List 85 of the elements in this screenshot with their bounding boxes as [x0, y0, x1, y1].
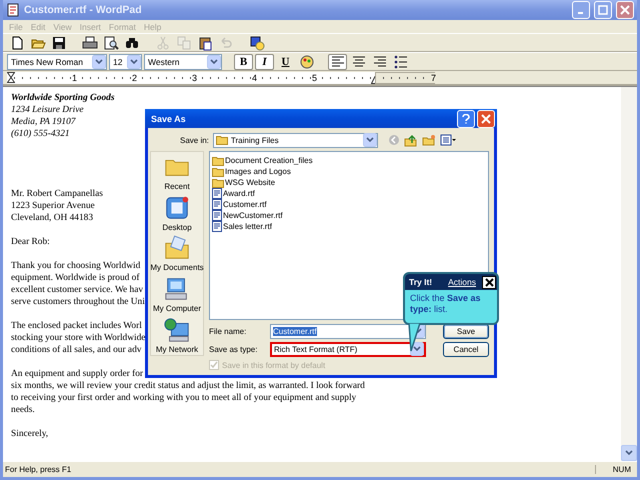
- font-dropdown[interactable]: Times New Roman: [7, 54, 107, 70]
- close-icon: [481, 114, 491, 124]
- document-icon: [212, 221, 222, 232]
- maximize-icon: [598, 5, 608, 15]
- scrollbar[interactable]: [621, 87, 637, 461]
- close-button[interactable]: [482, 276, 496, 288]
- callout-text: Click the Save as type: list.: [409, 292, 482, 316]
- text-line: An equipment and supply order for: [11, 368, 144, 380]
- folder-icon: [212, 166, 224, 176]
- ruler-number: 7: [430, 72, 437, 82]
- folder-list-item[interactable]: Images and Logos: [212, 166, 486, 177]
- ruler-number: 2: [130, 72, 138, 82]
- folder-icon: [212, 156, 224, 166]
- folder-list-item[interactable]: Document Creation_files: [212, 155, 486, 166]
- printer-icon[interactable]: [80, 34, 99, 50]
- scroll-down-button[interactable]: [621, 445, 637, 461]
- places-item[interactable]: My Documents: [150, 234, 204, 272]
- text-line: Sincerely,: [11, 428, 48, 440]
- save-as-type-label: Save as type:: [209, 344, 258, 354]
- rtf-document-item[interactable]: Award.rtf: [212, 188, 486, 199]
- text-line: equipment. Worldwide is proud of: [11, 272, 140, 284]
- text-line: serve customers throughout the Uni: [11, 296, 145, 308]
- folder-name: Training Files: [230, 136, 279, 144]
- rtf-document-item[interactable]: Sales letter.rtf: [212, 221, 486, 232]
- help-icon: [462, 114, 470, 124]
- folder-icon: [216, 135, 228, 145]
- places-item[interactable]: Recent: [163, 153, 191, 192]
- text-line: Thank you for choosing Worldwid: [11, 260, 140, 272]
- text-line: Mr. Robert Campanellas: [11, 188, 103, 200]
- folder-list-item[interactable]: WSG Website: [212, 177, 486, 188]
- document-icon: [212, 199, 222, 210]
- help-button[interactable]: [457, 110, 475, 128]
- up-folder-icon[interactable]: [404, 134, 418, 146]
- text-line: Cleveland, OH 44183: [11, 212, 94, 224]
- folder-icon: [212, 178, 224, 188]
- bold-button[interactable]: B: [234, 54, 253, 70]
- text-line: 1223 Superior Avenue: [11, 200, 95, 212]
- text-line: Dear Rob:: [11, 236, 50, 248]
- text-line: The enclosed packet includes Worl: [11, 320, 142, 332]
- num-lock-indicator: NUM: [595, 465, 635, 474]
- places-item[interactable]: My Network: [156, 316, 198, 354]
- ruler-number: 1: [70, 72, 78, 82]
- text-line: (610) 555-4321: [11, 128, 70, 140]
- script-dropdown[interactable]: Western: [144, 54, 222, 70]
- document-icon: [6, 3, 20, 17]
- save-in-dropdown[interactable]: Training Files: [212, 132, 378, 148]
- ruler-number: 3: [190, 72, 198, 82]
- window-title: Customer.rtf - WordPad: [24, 4, 143, 16]
- save-as-type-dropdown[interactable]: Rich Text Format (RTF): [270, 342, 426, 356]
- text-line: excellent customer service. We hav: [11, 284, 144, 296]
- text-line: 1234 Leisure Drive: [11, 104, 84, 116]
- view-menu-icon[interactable]: [440, 134, 456, 146]
- file-name-label: File name:: [209, 326, 248, 336]
- file-name-field[interactable]: Customer.rtf: [270, 324, 426, 338]
- new-folder-icon[interactable]: [422, 134, 436, 146]
- ruler-number: 5: [310, 72, 318, 82]
- text-line: needs.: [11, 404, 35, 416]
- rtf-document-item[interactable]: Customer.rtf: [212, 199, 486, 210]
- underline-button[interactable]: U: [276, 54, 295, 70]
- callout-title: Try It!: [409, 277, 434, 287]
- text-line: stocking your store with Worldwide: [11, 332, 146, 344]
- places-item[interactable]: My Computer: [152, 275, 201, 314]
- status-text: For Help, press F1: [5, 465, 72, 474]
- cancel-button[interactable]: Cancel: [443, 342, 489, 356]
- rtf-document-item[interactable]: NewCustomer.rtf: [212, 210, 486, 221]
- actions-link[interactable]: Actions: [448, 277, 476, 287]
- font-size-dropdown[interactable]: 12: [109, 54, 142, 70]
- checkbox-label: Save in this format by default: [222, 360, 326, 370]
- text-line: Worldwide Sporting Goods: [11, 92, 114, 104]
- places-item[interactable]: Desktop: [162, 194, 192, 232]
- close-icon: [620, 5, 630, 15]
- network-computer-icon: [162, 316, 191, 344]
- text-line: conditions of all sales, and our adv: [11, 344, 142, 356]
- text-line: six months, we will review your credit status and adjust the limit, as warranted. I look forward: [11, 380, 365, 392]
- document-icon: [212, 188, 222, 199]
- italic-button[interactable]: I: [255, 54, 274, 70]
- text-line: to receiving your first order and working with you to meet all of your equipment and supply: [11, 392, 356, 404]
- close-icon: [484, 278, 494, 286]
- document-icon: [212, 210, 222, 221]
- save-in-label: Save in:: [180, 136, 209, 144]
- dialog-title: Save As: [150, 114, 187, 124]
- ruler-number: 4: [250, 72, 258, 82]
- chevron-down-icon: [625, 450, 633, 456]
- text-line: Media, PA 19107: [11, 116, 76, 128]
- align-left-icon[interactable]: [328, 54, 347, 70]
